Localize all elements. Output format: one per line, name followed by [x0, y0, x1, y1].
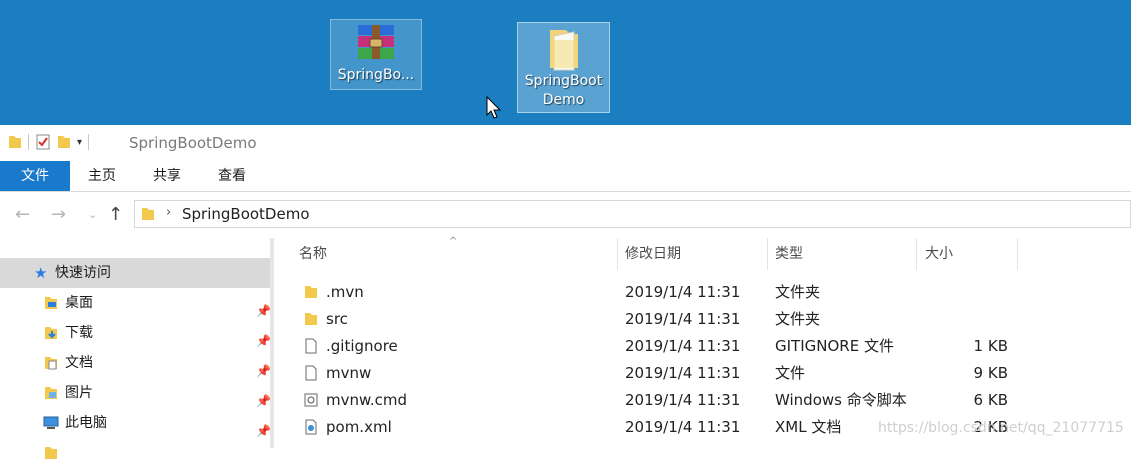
- column-divider[interactable]: [617, 238, 618, 270]
- sidebar-item-pictures[interactable]: 图片 📌: [0, 378, 271, 408]
- table-row[interactable]: src 2019/1/4 11:31 文件夹: [274, 306, 1131, 333]
- tab-view[interactable]: 查看: [204, 161, 260, 191]
- navigation-bar: ← → ⌄ ↑ › SpringBootDemo: [0, 192, 1131, 238]
- title-bar: ▾ SpringBootDemo: [0, 125, 1131, 161]
- pictures-folder-icon: [45, 387, 57, 399]
- navigation-pane: ★ 快速访问 桌面 📌 下载 📌 文档 📌 图片 📌 此电脑 📌: [0, 238, 274, 459]
- file-size: 1 KB: [973, 337, 1008, 355]
- file-list: ^ 名称 修改日期 类型 大小 .mvn 2019/1/4 11:31 文件夹 …: [274, 236, 1131, 448]
- sidebar-item-label: 下载: [65, 325, 93, 341]
- file-date: 2019/1/4 11:31: [625, 391, 741, 409]
- sidebar-item-quick-access[interactable]: ★ 快速访问: [0, 258, 270, 288]
- column-divider[interactable]: [1017, 238, 1018, 270]
- file-size: 6 KB: [973, 391, 1008, 409]
- tab-share[interactable]: 共享: [138, 161, 196, 191]
- desktop-folder-item[interactable]: SpringBoot Demo: [517, 22, 610, 113]
- file-icon: [305, 338, 317, 354]
- file-date: 2019/1/4 11:31: [625, 283, 741, 301]
- file-type: 文件: [775, 364, 806, 382]
- toolbar-separator: [88, 134, 90, 150]
- sidebar-item-label: 桌面: [65, 295, 93, 311]
- star-icon: ★: [34, 264, 48, 282]
- breadcrumb-chevron-icon[interactable]: ›: [166, 205, 171, 220]
- file-name: .gitignore: [326, 337, 398, 355]
- folder-icon: [305, 286, 317, 298]
- properties-icon[interactable]: [35, 134, 51, 150]
- folder-icon: [142, 208, 154, 220]
- sidebar-item-this-pc[interactable]: 此电脑 📌: [0, 408, 271, 438]
- sidebar-item-label: 图片: [65, 385, 93, 401]
- file-type: Windows 命令脚本: [775, 391, 907, 409]
- table-row[interactable]: mvnw.cmd 2019/1/4 11:31 Windows 命令脚本 6 K…: [274, 387, 1131, 414]
- file-date: 2019/1/4 11:31: [625, 337, 741, 355]
- folder-icon[interactable]: [8, 134, 22, 150]
- file-date: 2019/1/4 11:31: [625, 310, 741, 328]
- sidebar-item-label: 此电脑: [65, 415, 107, 431]
- column-header-date[interactable]: 修改日期: [625, 238, 765, 270]
- file-name: mvnw: [326, 364, 372, 382]
- tab-file[interactable]: 文件: [0, 161, 70, 191]
- desktop-archive-label: SpringBo...: [337, 67, 415, 83]
- new-folder-icon[interactable]: [57, 134, 71, 150]
- file-date: 2019/1/4 11:31: [625, 418, 741, 436]
- sidebar-item-documents[interactable]: 文档 📌: [0, 348, 271, 378]
- desktop-folder-icon: [45, 297, 57, 309]
- file-type: 文件夹: [775, 310, 821, 328]
- file-name: .mvn: [326, 283, 364, 301]
- table-row[interactable]: mvnw 2019/1/4 11:31 文件 9 KB: [274, 360, 1131, 387]
- file-type: GITIGNORE 文件: [775, 337, 894, 355]
- desktop-folder-label-line1: SpringBoot: [524, 73, 603, 89]
- up-arrow-icon[interactable]: ↑: [108, 204, 123, 225]
- desktop-background: SpringBo... SpringBoot Demo: [0, 0, 1131, 125]
- downloads-folder-icon: [45, 327, 57, 339]
- sidebar-item-label: 文档: [65, 355, 93, 371]
- file-type: 文件夹: [775, 283, 821, 301]
- mouse-cursor-icon: [486, 96, 502, 119]
- sidebar-item-desktop[interactable]: 桌面 📌: [0, 288, 271, 318]
- sidebar-item-downloads[interactable]: 下载 📌: [0, 318, 271, 348]
- table-row[interactable]: .mvn 2019/1/4 11:31 文件夹: [274, 279, 1131, 306]
- column-divider[interactable]: [767, 238, 768, 270]
- winrar-archive-icon: [358, 25, 394, 59]
- ribbon-tabs: 文件 主页 共享 查看: [0, 161, 1131, 192]
- back-arrow-icon[interactable]: ←: [15, 204, 30, 225]
- column-header-type[interactable]: 类型: [775, 238, 915, 270]
- file-size: 9 KB: [973, 364, 1008, 382]
- table-row[interactable]: .gitignore 2019/1/4 11:31 GITIGNORE 文件 1…: [274, 333, 1131, 360]
- file-type: XML 文档: [775, 418, 842, 436]
- toolbar-separator: [28, 134, 29, 150]
- documents-folder-icon: [45, 357, 57, 370]
- recent-locations-chevron-icon[interactable]: ⌄: [88, 208, 97, 221]
- quick-access-toolbar: ▾: [8, 134, 90, 150]
- file-date: 2019/1/4 11:31: [625, 364, 741, 382]
- watermark: https://blog.csdn.net/qq_21077715: [878, 420, 1124, 436]
- sidebar-item-partial: [0, 438, 270, 468]
- sidebar-item-label: 快速访问: [55, 265, 111, 281]
- column-divider[interactable]: [916, 238, 917, 270]
- forward-arrow-icon[interactable]: →: [51, 204, 66, 225]
- tab-home[interactable]: 主页: [74, 161, 130, 191]
- desktop-archive-item[interactable]: SpringBo...: [330, 19, 422, 90]
- desktop-folder-label-line2: Demo: [542, 92, 585, 108]
- xml-file-icon: [305, 419, 317, 435]
- address-bar[interactable]: › SpringBootDemo: [134, 200, 1131, 228]
- folder-icon: [45, 447, 57, 459]
- cmd-script-icon: [304, 393, 318, 407]
- this-pc-icon: [43, 416, 59, 429]
- file-name: mvnw.cmd: [326, 391, 408, 409]
- folder-icon: [549, 30, 578, 71]
- file-icon: [305, 365, 317, 381]
- file-name: pom.xml: [326, 418, 392, 436]
- customize-toolbar-chevron-icon[interactable]: ▾: [77, 137, 82, 148]
- column-header-name[interactable]: 名称: [299, 238, 617, 270]
- breadcrumb-springbootdemo[interactable]: SpringBootDemo: [182, 205, 310, 223]
- window-title: SpringBootDemo: [129, 134, 257, 152]
- column-header-size[interactable]: 大小: [925, 238, 1015, 270]
- file-name: src: [326, 310, 348, 328]
- folder-icon: [305, 313, 317, 325]
